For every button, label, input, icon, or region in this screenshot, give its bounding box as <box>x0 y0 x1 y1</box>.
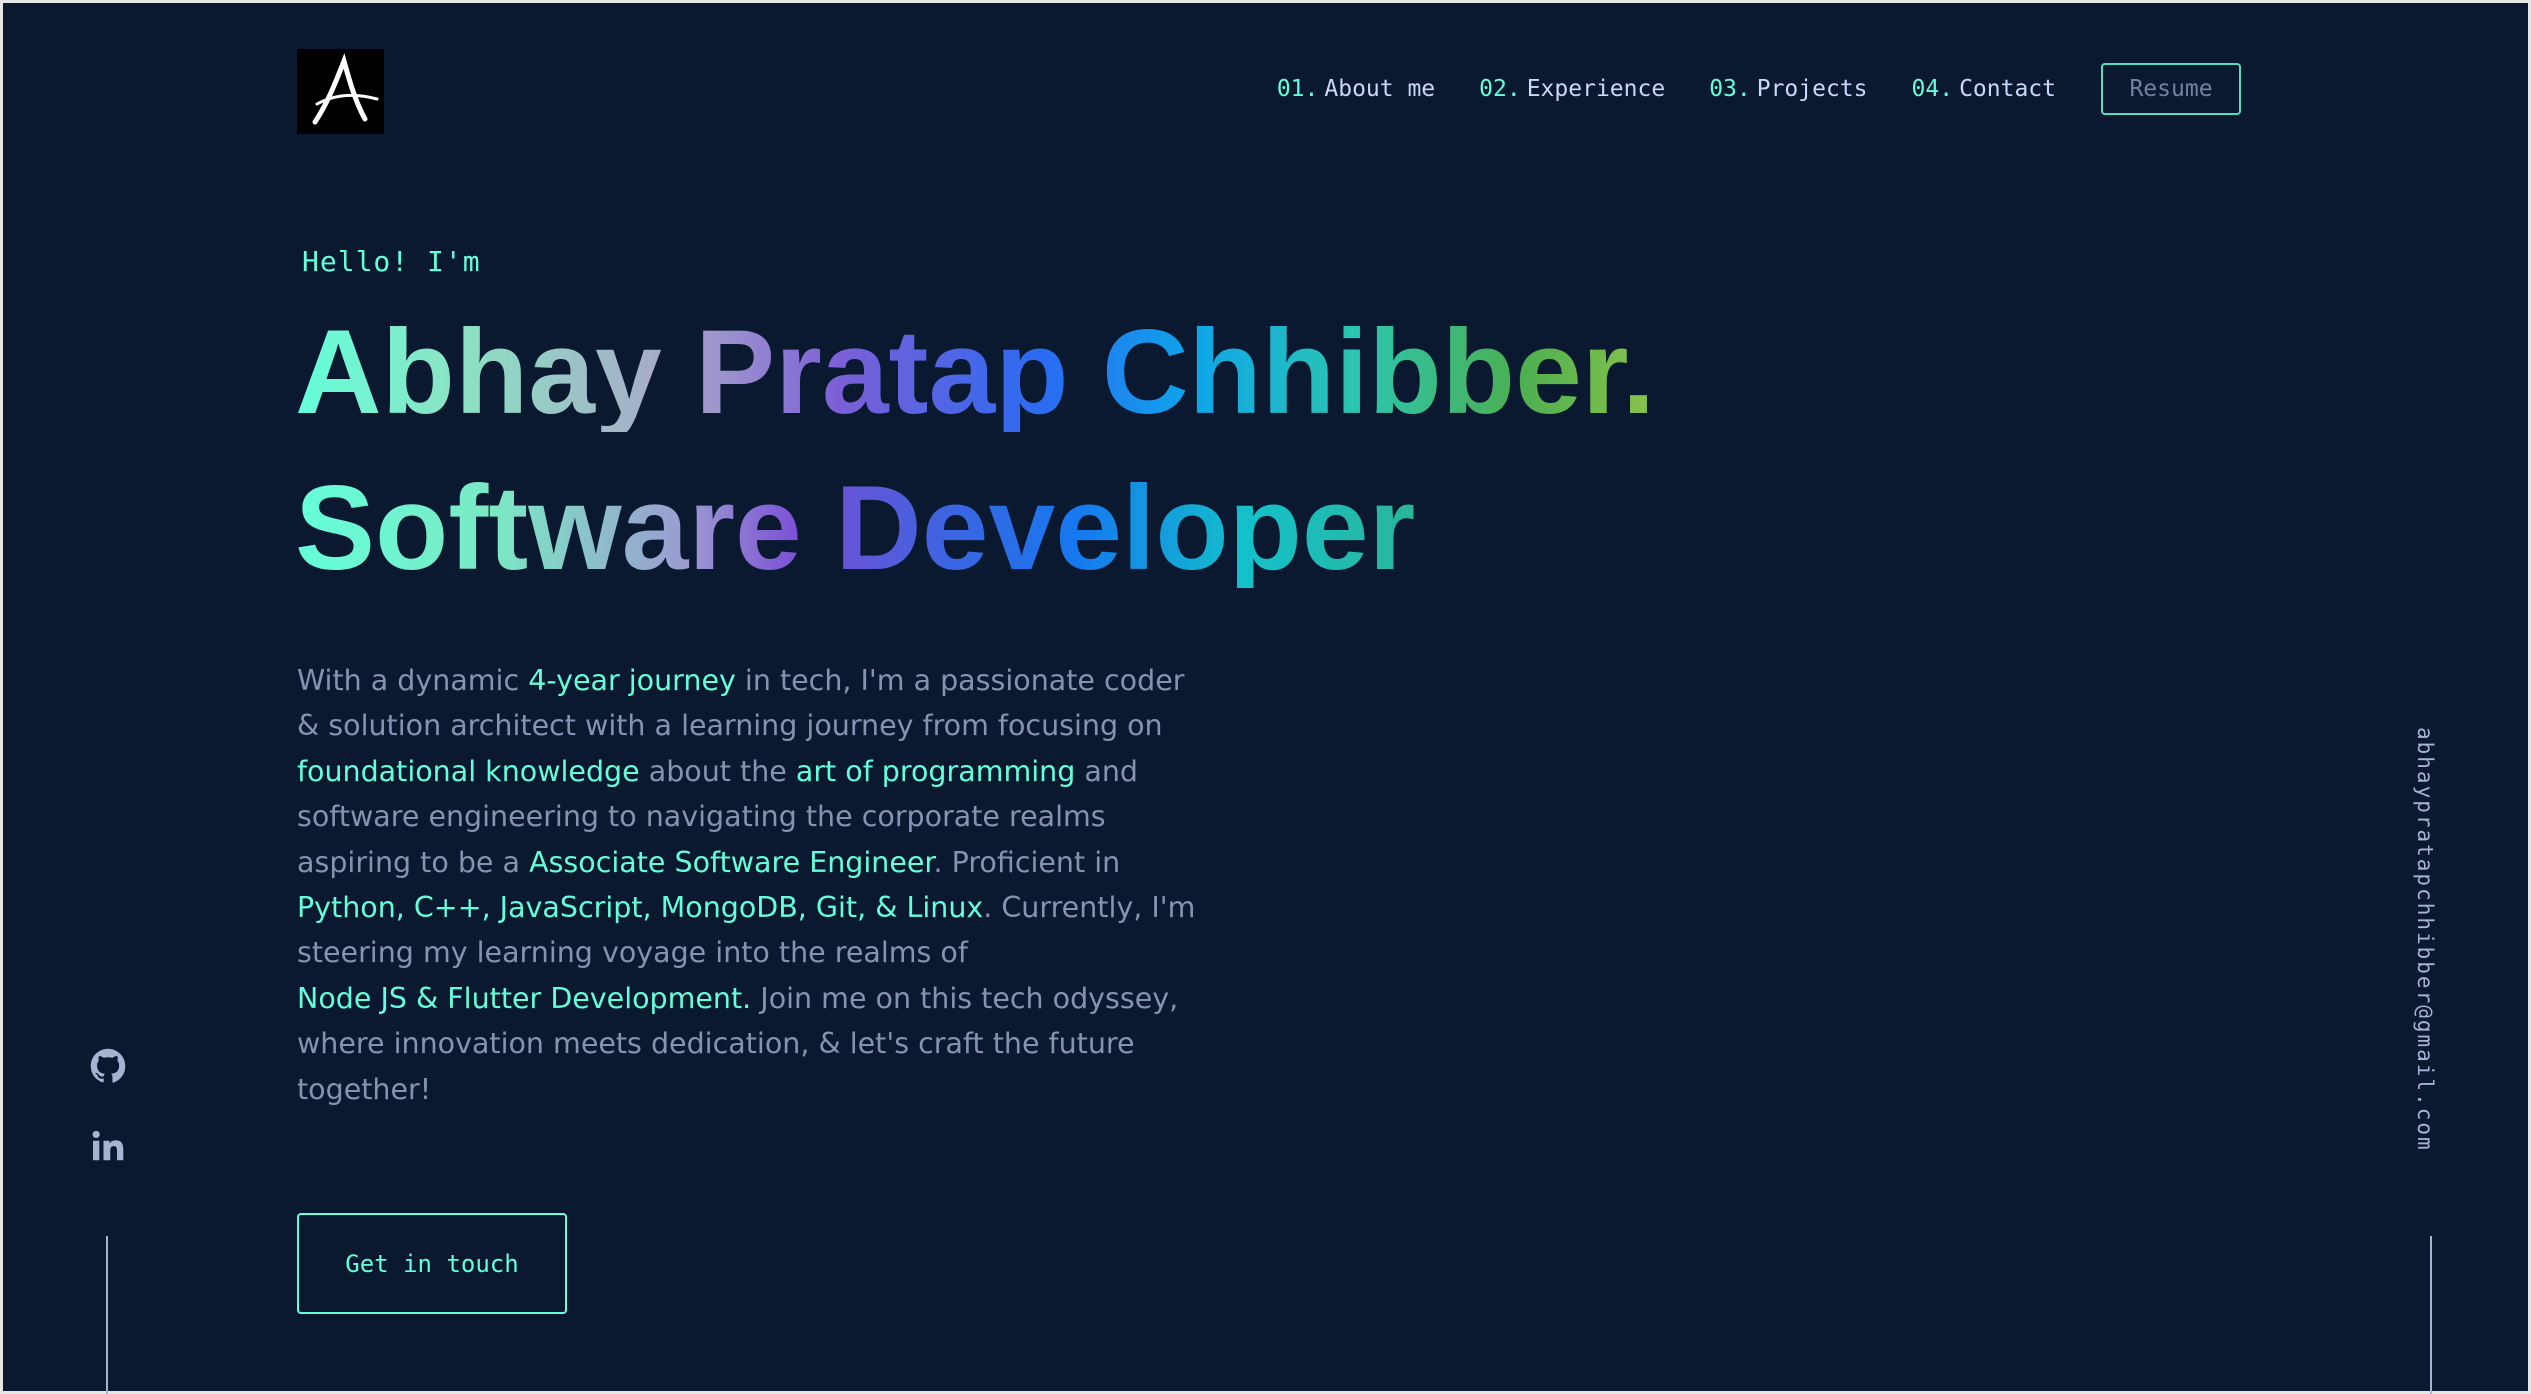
left-rail-line <box>106 1236 108 1394</box>
email-link[interactable]: abhaypratapchhibber@gmail.com <box>2413 727 2437 1152</box>
logo-a-icon <box>297 49 384 134</box>
nav-number: 03. <box>1709 76 1751 102</box>
nav-label: Projects <box>1756 76 1868 102</box>
bio-highlight: 4-year journey <box>528 664 736 697</box>
logo[interactable] <box>297 49 384 134</box>
bio-text: With a dynamic <box>297 664 529 697</box>
github-link[interactable] <box>88 1046 128 1086</box>
bio-highlight: Node JS & Flutter Development. <box>297 981 752 1015</box>
nav-item-about[interactable]: 01. About me <box>1277 76 1435 102</box>
linkedin-icon <box>92 1130 124 1161</box>
nav-item-projects[interactable]: 03. Projects <box>1709 76 1867 102</box>
get-in-touch-button[interactable]: Get in touch <box>297 1213 567 1314</box>
bio-text: . Proficient in <box>933 845 1121 879</box>
nav-item-experience[interactable]: 02. Experience <box>1479 76 1665 102</box>
nav-number: 01. <box>1276 76 1319 102</box>
hero-role: Software Developer <box>295 461 1416 595</box>
right-rail-line <box>2430 1236 2432 1394</box>
main-nav: 01. About me 02. Experience 03. Projects 04… <box>1277 63 2241 115</box>
resume-button[interactable]: Resume <box>2101 63 2241 115</box>
bio-highlight: Associate Software Engineer <box>529 845 934 879</box>
bio-highlight: Python, C++, JavaScript, MongoDB, Git, &… <box>297 891 984 925</box>
hero-greeting: Hello! I'm <box>302 245 481 278</box>
nav-item-contact[interactable]: 04. Contact <box>1912 76 2056 102</box>
github-icon <box>90 1048 126 1083</box>
bio-highlight: foundational knowledge <box>297 754 640 788</box>
nav-label: Contact <box>1959 76 2056 102</box>
bio-text: about the <box>639 754 796 788</box>
nav-number: 02. <box>1479 76 1521 102</box>
hero-bio: With a dynamic 4-year journey in tech, I… <box>297 658 1197 1112</box>
nav-label: Experience <box>1526 76 1666 102</box>
nav-number: 04. <box>1911 76 1954 102</box>
linkedin-link[interactable] <box>88 1126 128 1166</box>
nav-label: About me <box>1324 76 1436 102</box>
hero-name: Abhay Pratap Chhibber. <box>295 305 1656 439</box>
bio-highlight: art of programming <box>795 754 1076 788</box>
